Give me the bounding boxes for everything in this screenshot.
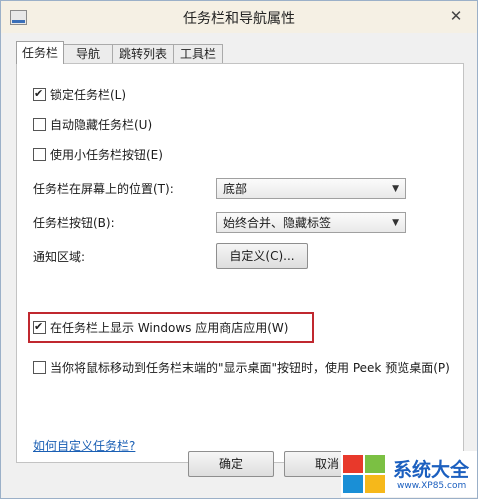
small-buttons-option[interactable]: 使用小任务栏按钮(E) [33,146,163,164]
watermark-site: www.XP85.com [397,481,467,491]
peek-checkbox[interactable] [33,361,46,374]
tab-navigation[interactable]: 导航 [63,44,113,63]
lock-taskbar-option[interactable]: 锁定任务栏(L) [33,85,127,104]
lock-taskbar-checkbox[interactable] [33,85,46,103]
position-label: 任务栏在屏幕上的位置(T): [33,182,174,196]
ok-button[interactable]: 确定 [188,451,274,477]
auto-hide-checkbox[interactable] [33,118,46,131]
windows-logo-red [343,455,363,473]
notification-label: 通知区域: [33,250,86,264]
buttons-mode-label: 任务栏按钮(B): [33,216,115,230]
close-button[interactable]: ✕ [447,7,465,25]
position-value: 底部 [223,182,248,196]
small-buttons-checkbox[interactable] [33,148,46,161]
watermark-brand: 系统大全 [393,459,470,481]
show-store-apps-label: 在任务栏上显示 Windows 应用商店应用(W) [50,321,289,335]
auto-hide-label: 自动隐藏任务栏(U) [50,118,153,132]
show-store-apps-checkbox[interactable] [33,318,46,336]
tab-jump-lists[interactable]: 跳转列表 [112,44,174,63]
show-store-apps-option[interactable]: 在任务栏上显示 Windows 应用商店应用(W) [33,318,289,337]
small-buttons-label: 使用小任务栏按钮(E) [50,148,163,162]
windows-logo-green [365,455,385,473]
position-select[interactable]: 底部 ▼ [216,178,406,199]
taskbar-panel: 锁定任务栏(L) 自动隐藏任务栏(U) 使用小任务栏按钮(E) 任务栏在屏幕上的… [16,63,464,463]
peek-option[interactable]: 当你将鼠标移动到任务栏末端的"显示桌面"按钮时，使用 Peek 预览桌面(P) [33,359,450,377]
title-bar: 任务栏和导航属性 ✕ [1,1,477,33]
properties-window: 任务栏和导航属性 ✕ 任务栏 导航 跳转列表 工具栏 锁定任务栏(L) 自动隐藏… [0,0,478,499]
lock-taskbar-label: 锁定任务栏(L) [50,88,127,102]
windows-logo-blue [343,475,363,493]
help-link[interactable]: 如何自定义任务栏? [33,437,135,454]
dialog-body: 任务栏 导航 跳转列表 工具栏 锁定任务栏(L) 自动隐藏任务栏(U) 使用小任… [1,33,477,498]
tab-taskbar[interactable]: 任务栏 [16,41,64,64]
buttons-mode-value: 始终合并、隐藏标签 [223,216,332,230]
site-watermark: 系统大全 www.XP85.com [341,451,477,497]
chevron-down-icon: ▼ [392,218,399,228]
windows-logo-yellow [365,475,385,493]
customize-button[interactable]: 自定义(C)... [216,243,308,269]
tab-toolbars[interactable]: 工具栏 [173,44,223,63]
auto-hide-option[interactable]: 自动隐藏任务栏(U) [33,116,152,134]
peek-label: 当你将鼠标移动到任务栏末端的"显示桌面"按钮时，使用 Peek 预览桌面(P) [50,361,450,375]
buttons-mode-select[interactable]: 始终合并、隐藏标签 ▼ [216,212,406,233]
chevron-down-icon: ▼ [392,184,399,194]
window-title: 任务栏和导航属性 [183,11,295,27]
